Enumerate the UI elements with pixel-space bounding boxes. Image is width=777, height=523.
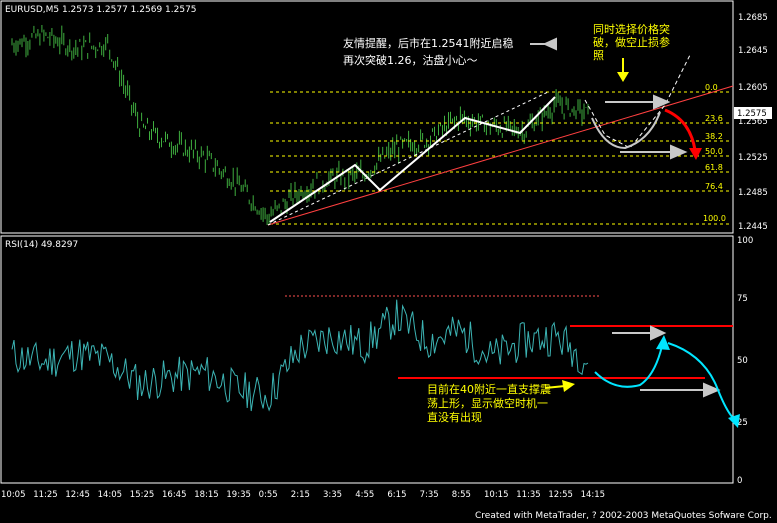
x-tick-label: 14:05 [98, 490, 123, 500]
x-tick-label: 11:25 [33, 490, 58, 500]
x-tick-label: 14:15 [581, 490, 606, 500]
time-axis: 10:05 11:25 12:45 14:05 15:25 16:45 18:15 19:35… [1, 490, 605, 500]
x-tick-label: 7:35 [420, 490, 439, 500]
rsi-header: RSI(14) 49.8297 [5, 240, 78, 250]
fib-label: 61.8 [705, 163, 723, 172]
price-header: EURUSD,M5 1.2573 1.2577 1.2569 1.2575 [5, 5, 197, 15]
curve-arrow-red [664, 108, 697, 151]
price-y-tick: 1.2445 [738, 222, 768, 232]
rsi-y-tick: 75 [737, 294, 748, 304]
x-tick-label: 3:35 [323, 490, 342, 500]
note-yellow-line2: 破，做空止损参 [593, 35, 670, 49]
arrowhead-cyan [728, 414, 740, 428]
current-price-label: 1.2575 [737, 109, 767, 119]
fib-label: 38.2 [705, 132, 723, 141]
x-tick-label: 2:15 [291, 490, 310, 500]
note-white-line1: 友情提醒，后市在1.2541附近启稳 [343, 36, 514, 50]
fib-label: 23.6 [705, 114, 723, 123]
note-yellow-line1: 同时选择价格突 [593, 22, 670, 36]
arrowhead-red [689, 148, 702, 160]
rsi-y-tick: 0 [737, 476, 742, 486]
rsi-y-axis: 100 75 50 25 0 [737, 236, 753, 486]
x-tick-label: 11:35 [516, 490, 541, 500]
x-tick-label: 6:15 [387, 490, 406, 500]
price-y-tick: 1.2645 [738, 46, 768, 56]
arrowhead-yellow [562, 380, 575, 392]
rsi-curve-down [667, 342, 734, 419]
fib-labels: 0.0 23.6 38.2 50.0 61.8 76.4 100.0 [703, 83, 726, 223]
x-tick-label: 15:25 [130, 490, 155, 500]
x-tick-label: 10:15 [484, 490, 509, 500]
curve-arrow-grey [591, 111, 661, 150]
rsi-note-line2: 荡上形，显示做空时机一 [427, 396, 548, 410]
fib-label: 100.0 [703, 214, 726, 223]
credit-text: Created with MetaTrader, ? 2002-2003 Met… [475, 511, 772, 521]
x-tick-label: 12:55 [548, 490, 573, 500]
arrowhead-cyan [656, 335, 670, 350]
rsi-arrows [612, 325, 721, 398]
rsi-y-tick: 50 [737, 356, 748, 366]
x-tick-label: 12:45 [65, 490, 90, 500]
x-tick-label: 18:15 [194, 490, 219, 500]
rsi-curve-up [594, 345, 663, 388]
x-tick-label: 8:55 [452, 490, 471, 500]
fib-label: 76.4 [705, 182, 723, 191]
arrowhead-yellow [617, 72, 629, 82]
fib-label: 50.0 [705, 147, 723, 156]
rsi-note-line3: 直没有出现 [427, 410, 482, 424]
price-y-tick: 1.2525 [738, 153, 768, 163]
note-yellow-line3: 照 [593, 49, 604, 62]
x-tick-label: 0:55 [259, 490, 278, 500]
x-tick-label: 4:55 [355, 490, 374, 500]
rsi-note-line1: 目前在40附近一直支撑震 [427, 382, 551, 396]
x-tick-label: 16:45 [162, 490, 187, 500]
price-y-tick: 1.2685 [738, 13, 768, 23]
note-white-line2: 再次突破1.26，沽盘小心～ [343, 53, 478, 67]
x-tick-label: 10:05 [1, 490, 26, 500]
arrowhead [650, 325, 667, 341]
white-dashed-channel [267, 91, 549, 226]
price-y-tick: 1.2605 [738, 83, 768, 93]
price-y-tick: 1.2485 [738, 188, 768, 198]
price-series [11, 25, 589, 225]
arrowhead [542, 37, 557, 51]
price-y-axis: 1.2685 1.2645 1.2605 1.2565 1.2525 1.248… [738, 13, 768, 232]
chart-canvas: EURUSD,M5 1.2573 1.2577 1.2569 1.2575 RS… [0, 0, 772, 521]
x-tick-label: 19:35 [226, 490, 251, 500]
rsi-y-tick: 100 [737, 236, 753, 246]
